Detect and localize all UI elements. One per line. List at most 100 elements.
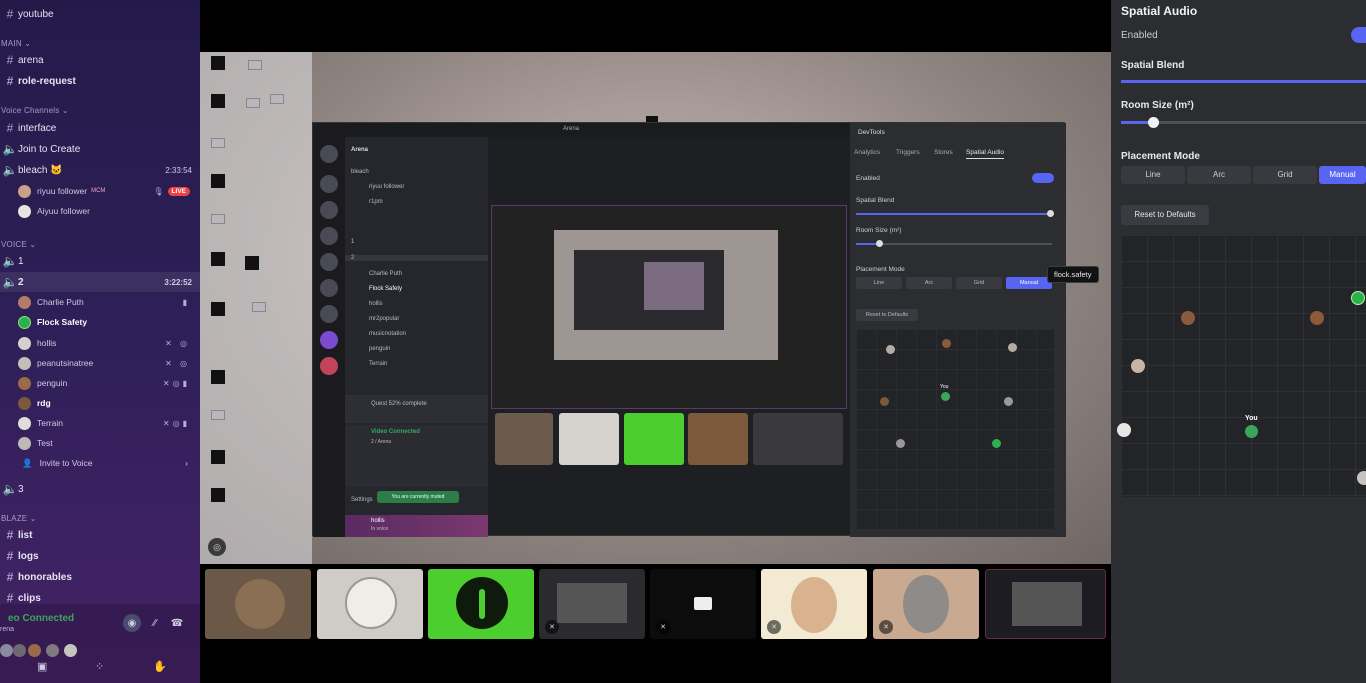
invite-to-voice[interactable]: 👤 Invite to Voice › [0, 453, 200, 473]
activities-icon[interactable]: ⁘ [95, 660, 104, 673]
avatar [18, 184, 31, 198]
participant-tile[interactable] [205, 569, 311, 639]
dev-room-slider[interactable] [856, 240, 1052, 247]
participant-tile[interactable] [985, 569, 1106, 639]
screen-share-icon[interactable]: ▣ [37, 660, 47, 673]
mode-grid-button[interactable]: Grid [1253, 166, 1317, 184]
participant-tile[interactable]: ✕ [539, 569, 645, 639]
hash-icon: # [6, 74, 14, 88]
participant-dot[interactable] [1310, 311, 1324, 325]
voice-user[interactable]: riyuu follower MCM 🎙 LIVE [0, 181, 200, 201]
voice-user[interactable]: Terrain ✕◎▮ [0, 413, 200, 433]
voice-user[interactable]: Charlie Puth ▮ [0, 292, 200, 312]
mode-manual-button[interactable]: Manual [1319, 166, 1366, 184]
participant-avatar [28, 644, 41, 657]
participant-dot[interactable] [1131, 359, 1145, 373]
participant-dot[interactable] [896, 439, 905, 448]
server-icon[interactable] [320, 227, 338, 245]
dev-mode-line[interactable]: Line [856, 277, 902, 289]
voice-user[interactable]: hollis ✕ ◎ [0, 333, 200, 353]
devtools-tab[interactable]: Triggers [896, 149, 920, 156]
quest-banner[interactable]: Quest 52% complete [345, 395, 488, 423]
voice-user[interactable]: rdg [0, 393, 51, 413]
server-icon[interactable] [320, 201, 338, 219]
dev-reset-button[interactable]: Reset to Defaults [856, 309, 918, 321]
channel-honorables[interactable]: # honorables [0, 567, 72, 587]
disconnect-icon[interactable]: ☎ [168, 614, 186, 632]
participant-dot[interactable] [880, 397, 889, 406]
dev-mode-manual[interactable]: Manual [1006, 277, 1052, 289]
server-icon[interactable] [320, 145, 338, 163]
channel-arena[interactable]: # arena [0, 50, 44, 70]
server-icon[interactable] [320, 305, 338, 323]
inner-tile [624, 413, 684, 465]
participant-tile[interactable]: ✕ [650, 569, 756, 639]
voice-user[interactable]: Test [0, 433, 53, 453]
room-size-handle[interactable] [1148, 117, 1159, 128]
mode-arc-button[interactable]: Arc [1187, 166, 1251, 184]
mode-line-button[interactable]: Line [1121, 166, 1185, 184]
participant-dot[interactable] [942, 339, 951, 348]
stream-settings-icon[interactable]: ◎ [208, 538, 226, 556]
participant-dot[interactable] [1008, 343, 1017, 352]
inner-user: r1pm [369, 199, 383, 205]
dev-enabled-toggle[interactable] [1032, 173, 1054, 183]
participant-dot[interactable] [992, 439, 1001, 448]
channel-interface[interactable]: # interface [0, 118, 57, 138]
inner-tile [559, 413, 619, 465]
voice-user[interactable]: peanutsinatree ✕ ◎ [0, 353, 200, 373]
participant-dot[interactable] [1357, 471, 1366, 485]
server-icon[interactable] [320, 175, 338, 193]
voice-channel-1[interactable]: 🔈 1 [0, 251, 24, 271]
inner-settings[interactable]: Settings [351, 497, 373, 503]
server-icon[interactable] [320, 357, 338, 375]
dev-blend-label: Spatial Blend [856, 197, 895, 204]
channel-list[interactable]: # list [0, 525, 33, 545]
channel-join-to-create[interactable]: 🔈 Join to Create [0, 139, 81, 159]
participant-dot[interactable] [886, 345, 895, 354]
user-tag: MCM [91, 188, 106, 194]
channel-youtube[interactable]: # youtube [0, 4, 54, 24]
devtools-tab[interactable]: Analytics [854, 149, 880, 156]
participant-dot[interactable] [1004, 397, 1013, 406]
participant-dot[interactable] [1181, 311, 1195, 325]
devtools-tab[interactable]: Stores [934, 149, 953, 156]
channel-logs[interactable]: # logs [0, 546, 39, 566]
speaker-icon: 🔈 [2, 254, 18, 268]
you-dot[interactable] [941, 392, 950, 401]
category-voice-channels[interactable]: Voice Channels ⌄ [0, 100, 69, 120]
voice-channel-2[interactable]: 🔈 2 3:22:52 [0, 272, 200, 292]
voice-user[interactable]: Aiyuu follower [0, 201, 90, 221]
spatial-blend-slider[interactable] [1121, 80, 1366, 83]
hash-icon: # [6, 121, 14, 135]
dev-blend-slider[interactable] [856, 210, 1054, 217]
avatar [18, 204, 31, 218]
flock-safety-dot[interactable] [1351, 291, 1365, 305]
noise-suppression-icon[interactable]: ◉ [123, 614, 141, 632]
participant-tile[interactable]: ✕ [873, 569, 979, 639]
room-size-slider[interactable] [1121, 117, 1366, 128]
enabled-toggle[interactable] [1351, 27, 1366, 43]
server-icon[interactable] [320, 253, 338, 271]
server-icon[interactable] [320, 331, 338, 349]
server-icon[interactable] [320, 279, 338, 297]
voice-user[interactable]: penguin ✕◎▮ [0, 373, 200, 393]
voice-user[interactable]: Flock Safety [0, 312, 87, 332]
voice-channel-3[interactable]: 🔈 3 [0, 479, 24, 499]
participant-dot[interactable] [1117, 423, 1131, 437]
participant-tile[interactable] [317, 569, 423, 639]
soundboard-icon[interactable]: ∕∕ [146, 614, 164, 632]
participant-tile[interactable]: ✕ [761, 569, 867, 639]
you-dot[interactable] [1245, 425, 1258, 438]
channel-bleach[interactable]: 🔈 bleach 🐱 2:33:54 [0, 160, 200, 180]
hand-icon[interactable]: ✋ [153, 660, 167, 673]
spatial-grid[interactable]: You [1117, 235, 1366, 497]
reset-defaults-button[interactable]: Reset to Defaults [1121, 205, 1209, 225]
devtools-tab-spatial-audio[interactable]: Spatial Audio [966, 149, 1004, 159]
dev-mode-arc[interactable]: Arc [906, 277, 952, 289]
speaker-icon: 🔈 [2, 163, 18, 177]
channel-role-request[interactable]: # role-request [0, 71, 76, 91]
participant-tile-flock-safety[interactable] [428, 569, 534, 639]
dev-mode-grid[interactable]: Grid [956, 277, 1002, 289]
stream-preview [557, 583, 627, 623]
